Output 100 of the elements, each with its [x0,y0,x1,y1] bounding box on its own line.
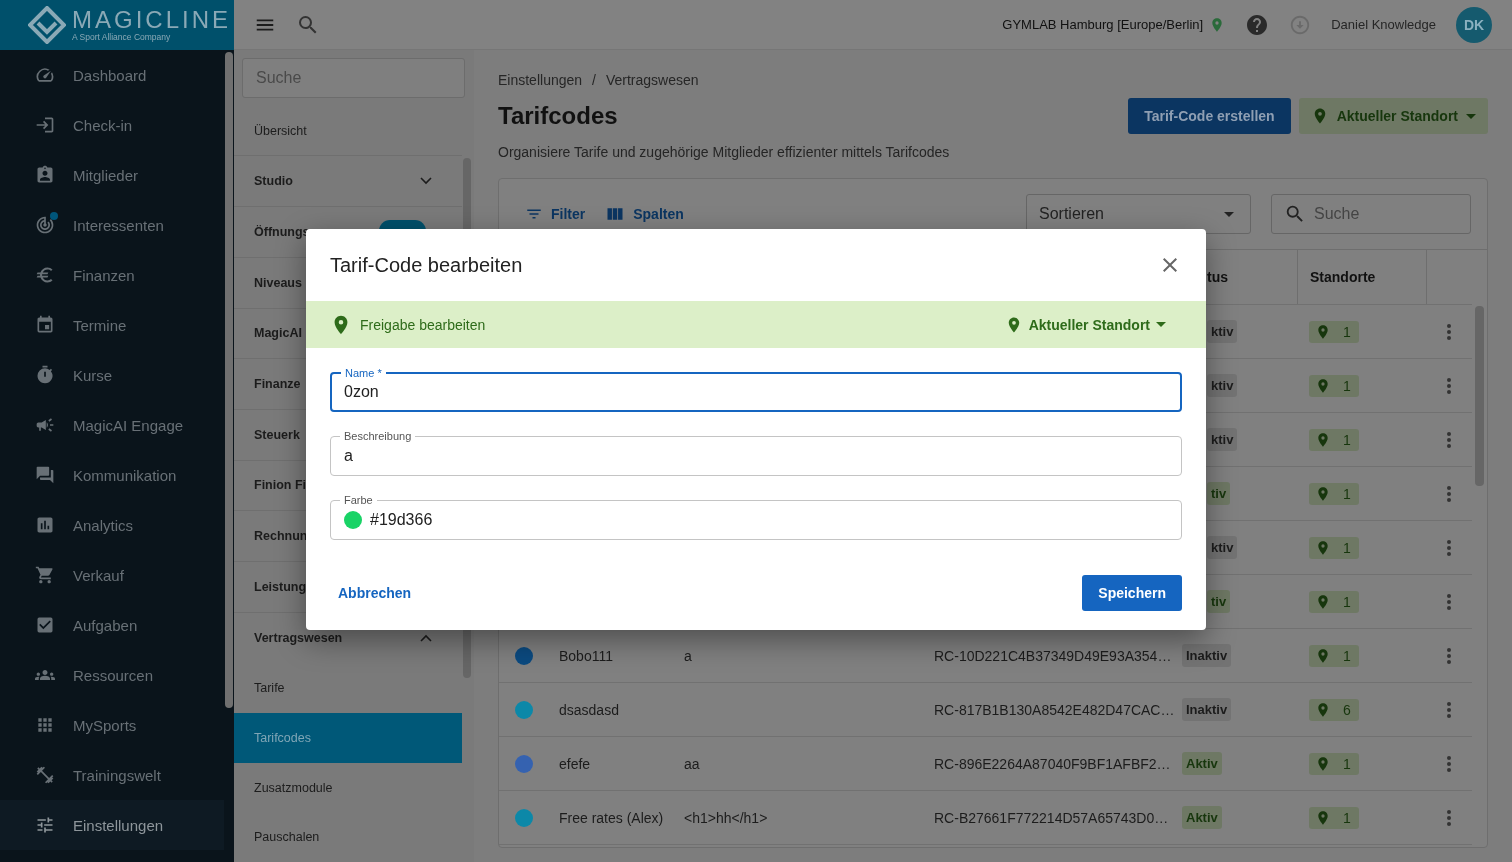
user-avatar[interactable]: DK [1456,6,1492,43]
nav-item[interactable]: MySports [0,700,224,750]
nav-item[interactable]: Ressourcen [0,650,224,700]
nav-label: Analytics [73,516,134,534]
location-count-tag: 1 [1309,590,1359,613]
location-count-tag: 1 [1309,320,1359,343]
scrollbar-thumb[interactable] [1475,306,1484,486]
more-options-button[interactable] [1447,431,1451,448]
more-options-icon [1447,809,1451,826]
nav-label: Interessenten [73,216,164,234]
more-options-button[interactable] [1447,809,1451,826]
more-options-button[interactable] [1447,755,1451,772]
pin-icon [1315,809,1331,826]
more-options-button[interactable] [1447,485,1451,502]
nav-label: Verkauf [73,566,124,584]
status-tag: ktiv [1207,536,1238,559]
location-dropdown[interactable]: Aktueller Standort [1004,315,1182,334]
status-tag: ktiv [1207,374,1238,397]
group-label: Steuerk [254,427,300,442]
location-count-tag: 1 [1309,482,1359,505]
chart-icon [35,515,55,535]
columns-button[interactable]: Spalten [605,204,684,224]
settings-nav-item[interactable]: Tarife [234,663,462,713]
pin-icon [1315,431,1331,448]
group-label: Leistung [254,579,307,594]
logo-wordmark: MAGICLINE [72,8,232,32]
euro-icon [35,265,55,285]
user-name: Daniel Knowledge [1331,17,1436,32]
group-label: MagicAI [254,326,302,341]
nav-item[interactable]: Interessenten [0,200,224,250]
breadcrumb-link[interactable]: Einstellungen [498,72,583,88]
nav-item[interactable]: Termine [0,300,224,350]
checkbox-icon [35,615,55,635]
cancel-button[interactable]: Abbrechen [330,577,420,609]
pin-icon [1315,593,1331,610]
group-label: Rechnun [254,529,308,544]
more-options-button[interactable] [1447,701,1451,718]
nav-item[interactable]: Einstellungen [0,800,224,850]
more-options-button[interactable] [1447,377,1451,394]
settings-nav-item[interactable]: Pauschalen [234,812,462,862]
nav-label: Finanzen [73,266,135,284]
nav-item[interactable]: Verkauf [0,550,224,600]
scrollbar-thumb[interactable] [225,52,233,708]
save-button[interactable]: Speichern [1082,575,1182,611]
status-tag: Inaktiv [1182,698,1232,721]
nav-item[interactable]: Mitglieder [0,150,224,200]
help-icon[interactable] [1245,12,1270,37]
pin-icon [1315,539,1331,556]
more-options-icon [1447,593,1451,610]
more-options-button[interactable] [1447,539,1451,556]
nav-item[interactable]: Aufgaben [0,600,224,650]
field-label: Beschreibung [340,429,416,443]
status-tag: Aktiv [1182,806,1222,829]
create-button[interactable]: Tarif-Code erstellen [1128,98,1291,134]
nav-item[interactable]: Analytics [0,500,224,550]
nav-label: Kommunikation [73,466,177,484]
location-count-tag: 1 [1309,428,1359,451]
nav-item[interactable]: MagicAI Engage [0,400,224,450]
more-options-button[interactable] [1447,593,1451,610]
group-label: Vertragswesen [254,630,343,645]
dots-grid-icon [35,715,55,735]
filter-button[interactable]: Filter [525,205,586,223]
more-options-icon [1447,485,1451,502]
nav-item[interactable]: Kommunikation [0,450,224,500]
nav-label: Termine [73,316,127,334]
nav-item[interactable]: Check-in [0,100,224,150]
calendar-icon [35,315,55,335]
more-options-button[interactable] [1447,323,1451,340]
breadcrumb-link[interactable]: Vertragswesen [605,72,699,88]
settings-nav-item[interactable]: Zusatzmodule [234,762,462,813]
settings-nav-item[interactable]: Tarifcodes [234,713,462,763]
nav-item[interactable]: Dashboard [0,50,224,100]
location-dropdown[interactable]: Aktueller Standort [1298,98,1488,134]
nav-label: Dashboard [73,66,147,84]
nav-item[interactable]: Finanzen [0,250,224,300]
table-cell-text: RC-B27661F772214D57A65743D0… [933,809,1170,826]
nav-item[interactable]: Kurse [0,350,224,400]
location-count-tag: 1 [1309,644,1359,667]
field-value: #19d366 [370,511,433,529]
more-options-button[interactable] [1447,647,1451,664]
nav-label: Einstellungen [73,816,164,834]
nav-label: Kurse [73,366,113,384]
field-value: 0zon [344,383,379,401]
field-value: a [344,447,353,465]
settings-nav-group[interactable]: Studio [234,156,462,208]
more-options-icon [1447,323,1451,340]
table-cell-text: a [683,647,693,664]
page-description: Organisiere Tarife und zugehörige Mitglieder effizienter mittels Tarifcodes [498,144,951,160]
caret-icon [1224,211,1234,217]
settings-nav-group[interactable]: Vertragswesen [234,612,462,664]
more-options-icon [1447,377,1451,394]
search-field[interactable]: Suche [1271,194,1471,234]
group-label: Niveaus [254,275,302,290]
pin-icon [1315,755,1331,772]
dialog-title: Tarif-Code bearbeiten [330,253,523,277]
status-tag: Aktiv [1182,752,1222,775]
id-card-icon [35,165,55,185]
nav-item[interactable]: Trainingswelt [0,750,224,800]
location-label: GYMLAB Hamburg [Europe/Berlin] [1002,17,1204,32]
settings-nav-item[interactable]: Übersicht [234,105,462,157]
